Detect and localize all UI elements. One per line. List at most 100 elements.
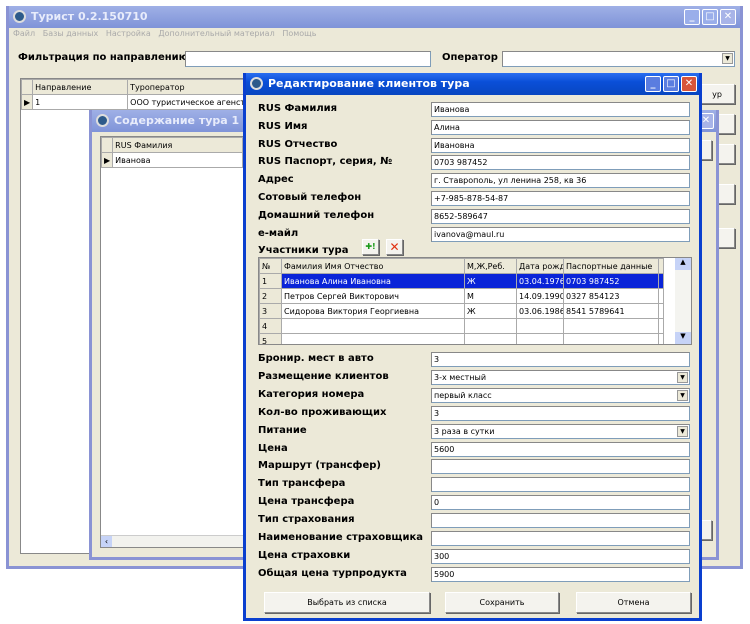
field-label: е-майл bbox=[258, 227, 299, 239]
col-passport[interactable]: Паспортные данные bbox=[563, 258, 659, 274]
table-cell: 0703 987452 bbox=[563, 273, 659, 289]
field-value: 0703 987452 bbox=[434, 158, 488, 168]
field-input[interactable] bbox=[431, 477, 690, 493]
table-row[interactable]: 5 bbox=[259, 333, 664, 344]
field-input[interactable]: Алина bbox=[431, 119, 690, 135]
cancel-button[interactable]: Отмена bbox=[576, 592, 691, 613]
field-label: Категория номера bbox=[258, 388, 365, 400]
table-cell: Ж bbox=[464, 303, 517, 319]
field-value: Алина bbox=[434, 122, 460, 132]
field-input[interactable]: г. Ставрополь, ул ленина 258, кв 36 bbox=[431, 173, 690, 189]
chevron-down-icon[interactable]: ▼ bbox=[677, 389, 688, 401]
field-value: ivanova@maul.ru bbox=[434, 229, 505, 239]
menu-extra[interactable]: Дополнительный материал bbox=[158, 29, 274, 38]
chevron-down-icon[interactable]: ▼ bbox=[722, 53, 733, 64]
field-input[interactable] bbox=[431, 459, 690, 475]
field-input[interactable]: 8652-589647 bbox=[431, 208, 690, 224]
menu-settings[interactable]: Настройка bbox=[106, 29, 151, 38]
table-row[interactable]: ▶ИвановаА bbox=[100, 152, 254, 168]
field-value: 0 bbox=[434, 498, 440, 508]
main-title-bar: Турист 0.2.150710 _ □ ✕ bbox=[9, 6, 740, 28]
vertical-scrollbar[interactable]: ▲ ▼ bbox=[675, 258, 691, 344]
side-button[interactable]: ур bbox=[699, 84, 735, 104]
field-value: Иванова bbox=[434, 105, 470, 114]
participants-grid: №Фамилия Имя ОтчествоМ,Ж,Реб.Дата рождеП… bbox=[258, 257, 692, 345]
field-select[interactable]: 3-х местный ▼ bbox=[431, 369, 690, 385]
field-label: Питание bbox=[258, 424, 307, 436]
table-cell: 03.06.1986 bbox=[516, 303, 564, 319]
scroll-down-icon[interactable]: ▼ bbox=[675, 332, 691, 344]
field-label: Сотовый телефон bbox=[258, 192, 362, 203]
field-input[interactable]: 3 bbox=[431, 405, 690, 421]
field-label: Тип страхования bbox=[258, 514, 355, 526]
field-input[interactable]: 0 bbox=[431, 495, 690, 511]
table-row[interactable]: 3 Сидорова Виктория Георгиевна Ж 03.06.1986… bbox=[259, 303, 664, 319]
field-label: RUS Имя bbox=[258, 120, 308, 132]
scroll-up-icon[interactable]: ▲ bbox=[675, 258, 691, 270]
filter-input[interactable] bbox=[185, 51, 431, 67]
add-participant-button[interactable]: ✚! bbox=[362, 239, 379, 255]
col-gender[interactable]: М,Ж,Реб. bbox=[464, 258, 517, 274]
participants-label: Участники тура bbox=[258, 245, 349, 256]
table-row[interactable]: 2 Петров Сергей Викторович М 14.09.1990 0327… bbox=[259, 288, 664, 304]
table-cell: 0327 854123 bbox=[563, 288, 659, 304]
field-select[interactable]: первый класс ▼ bbox=[431, 387, 690, 403]
col-surname[interactable]: RUS Фамилия bbox=[112, 137, 244, 153]
field-value: первый класс bbox=[434, 390, 492, 400]
plus-icon: ✚! bbox=[365, 242, 376, 251]
field-value: 3 bbox=[434, 355, 440, 364]
menu-databases[interactable]: Базы данных bbox=[43, 29, 98, 38]
maximize-button[interactable]: □ bbox=[702, 9, 718, 25]
field-input[interactable]: 0703 987452 bbox=[431, 155, 690, 171]
close-button[interactable]: ✕ bbox=[720, 9, 736, 25]
field-input[interactable]: Иванова bbox=[431, 102, 690, 117]
table-cell bbox=[281, 333, 465, 344]
field-value: +7-985-878-54-87 bbox=[434, 194, 509, 203]
menu-help[interactable]: Помощь bbox=[282, 29, 316, 38]
field-label: Тип трансфера bbox=[258, 478, 346, 490]
field-input[interactable]: +7-985-878-54-87 bbox=[431, 191, 690, 206]
table-cell: Ж bbox=[464, 273, 517, 289]
col-fullname[interactable]: Фамилия Имя Отчество bbox=[281, 258, 465, 274]
field-label: RUS Паспорт, серия, № bbox=[258, 156, 393, 168]
table-row[interactable]: 4 bbox=[259, 318, 664, 334]
table-row[interactable]: 1 Иванова Алина Ивановна Ж 03.04.1976 0703 9… bbox=[259, 273, 664, 289]
minimize-button[interactable]: _ bbox=[684, 9, 700, 25]
scroll-left-icon[interactable]: ‹ bbox=[101, 536, 112, 547]
select-from-list-button[interactable]: Выбрать из списка bbox=[264, 592, 430, 613]
field-input[interactable] bbox=[431, 513, 690, 529]
chevron-down-icon[interactable]: ▼ bbox=[677, 371, 688, 383]
table-cell bbox=[464, 333, 517, 344]
field-input[interactable]: 300 bbox=[431, 548, 690, 564]
table-cell: 5 bbox=[259, 333, 282, 344]
field-input[interactable]: 5900 bbox=[431, 566, 690, 582]
col-number[interactable]: № bbox=[259, 258, 282, 274]
operator-select[interactable]: ▼ bbox=[502, 51, 735, 67]
minimize-button[interactable]: _ bbox=[645, 76, 661, 92]
field-select[interactable]: 3 раза в сутки ▼ bbox=[431, 423, 690, 439]
field-value: 300 bbox=[434, 551, 450, 561]
table-cell bbox=[464, 318, 517, 334]
col-direction[interactable]: Направление bbox=[32, 79, 129, 95]
close-button[interactable]: ✕ bbox=[681, 76, 697, 92]
dialog-title: Редактирование клиентов тура bbox=[268, 77, 470, 90]
delete-participant-button[interactable]: ✕ bbox=[386, 239, 403, 255]
field-label: Общая цена турпродукта bbox=[258, 567, 407, 579]
save-button[interactable]: Сохранить bbox=[445, 592, 559, 613]
field-value: 3 bbox=[434, 408, 440, 418]
field-input[interactable]: Ивановна bbox=[431, 137, 690, 153]
maximize-button[interactable]: □ bbox=[663, 76, 679, 92]
field-input[interactable]: 3 bbox=[431, 352, 690, 367]
delete-icon: ✕ bbox=[389, 240, 400, 254]
menu-file[interactable]: Файл bbox=[13, 29, 35, 38]
field-label: Маршрут (трансфер) bbox=[258, 460, 381, 472]
field-input[interactable] bbox=[431, 531, 690, 546]
field-label: Наименование страховщика bbox=[258, 532, 423, 543]
chevron-down-icon[interactable]: ▼ bbox=[677, 425, 688, 437]
table-cell bbox=[281, 318, 465, 334]
field-input[interactable]: 5600 bbox=[431, 441, 690, 457]
field-label: Бронир. мест в авто bbox=[258, 353, 374, 364]
table-cell: 14.09.1990 bbox=[516, 288, 564, 304]
field-input[interactable]: ivanova@maul.ru bbox=[431, 226, 690, 242]
col-birthdate[interactable]: Дата рожде bbox=[516, 258, 564, 274]
